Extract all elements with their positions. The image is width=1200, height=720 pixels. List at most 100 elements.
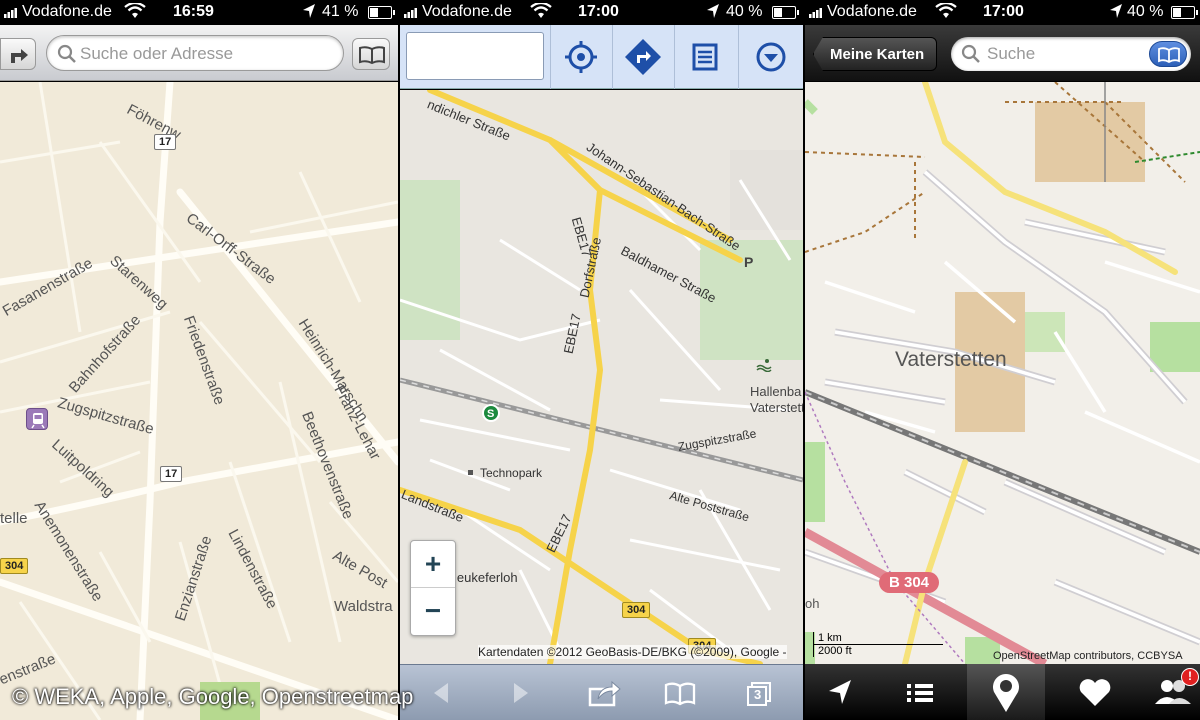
back-arrow-icon (434, 683, 448, 703)
list-icon (907, 684, 933, 702)
book-icon (1158, 47, 1180, 64)
location-arrow-icon (706, 3, 720, 24)
carrier-label: Vodafone.de (422, 3, 512, 20)
swimming-pool-icon[interactable] (756, 358, 772, 373)
map-toolbar (400, 25, 803, 89)
directions-button[interactable] (0, 38, 36, 70)
share-icon (588, 680, 621, 707)
route-shield: 17 (154, 134, 177, 150)
back-button[interactable] (422, 677, 462, 709)
signal-icon (4, 5, 20, 23)
list-button[interactable] (674, 25, 734, 89)
map-view[interactable]: Vaterstetten B 304 oh (805, 82, 1200, 664)
tab-bar: ! (805, 664, 1200, 720)
search-input[interactable] (406, 32, 544, 80)
search-input[interactable]: Suche (951, 37, 1191, 71)
map-pin-icon (993, 674, 1019, 712)
s-bahn-station-icon[interactable]: S (482, 404, 500, 422)
poi-label: Technopark (480, 466, 543, 480)
route-shield: 304 (622, 602, 651, 618)
menu-dropdown-button[interactable] (738, 25, 798, 89)
battery-icon (1171, 6, 1198, 19)
openstreetmap-panel: Vodafone.de 17:00 40 % Meine Karten Such… (805, 0, 1200, 720)
carrier-label: Vodafone.de (827, 3, 917, 20)
battery-percent: 40 % (1127, 3, 1164, 20)
book-icon (664, 682, 696, 706)
train-station-icon[interactable] (26, 408, 48, 430)
apple-maps-panel: Vodafone.de 16:59 41 % Suche oder Adress… (0, 0, 398, 720)
parking-label: P (744, 254, 754, 270)
scale-km: 1 km (813, 632, 943, 645)
status-bar: Vodafone.de 17:00 40 % (805, 0, 1200, 25)
my-maps-back-button[interactable]: Meine Karten (813, 37, 938, 71)
place-label: oh (805, 596, 820, 611)
city-label: Vaterstetten (895, 348, 1007, 371)
forward-button[interactable] (500, 677, 540, 709)
bookmarks-button[interactable] (660, 677, 700, 709)
search-icon (961, 44, 980, 63)
tabs-button[interactable]: 3 (740, 677, 780, 709)
signal-icon (404, 5, 420, 23)
location-arrow-icon (1109, 3, 1123, 24)
zoom-out-button[interactable]: − (411, 588, 455, 635)
place-label: leukeferloh (454, 570, 518, 585)
tab-favorites[interactable] (1063, 664, 1127, 720)
poi-label: Hallenba (750, 384, 802, 399)
battery-percent: 40 % (726, 3, 763, 20)
search-input[interactable]: Suche oder Adresse (46, 35, 344, 71)
signal-icon (809, 5, 825, 23)
poi-label: Vaterstetter (750, 400, 803, 415)
wifi-icon (530, 1, 552, 24)
location-arrow-icon (829, 680, 851, 704)
zoom-control: + − (410, 540, 456, 636)
my-location-button[interactable] (550, 25, 610, 89)
map-view[interactable]: Föhrenw Carl-Orff-Straße Starenweg Fasan… (0, 82, 398, 720)
status-bar: Vodafone.de 16:59 41 % (0, 0, 398, 25)
location-arrow-icon (302, 3, 316, 24)
list-icon (692, 43, 718, 71)
wifi-icon (124, 1, 146, 24)
wifi-icon (935, 1, 957, 24)
street-label: Waldstra (334, 598, 393, 615)
route-shield: 17 (160, 466, 183, 482)
search-placeholder: Suche oder Adresse (80, 44, 234, 63)
nav-bar: Meine Karten Suche (805, 25, 1200, 81)
zoom-in-button[interactable]: + (411, 541, 455, 588)
route-shield: 304 (0, 558, 29, 574)
map-attribution: OpenStreetMap contributors, CCBYSA (993, 650, 1183, 662)
browser-toolbar: 3 (400, 664, 803, 720)
map-attribution: Kartendaten ©2012 GeoBasis-DE/BKG (©2009… (478, 645, 787, 659)
map-roads (805, 82, 1200, 664)
svg-text:S: S (487, 408, 494, 420)
carrier-label: Vodafone.de (22, 3, 112, 20)
road-shield: B 304 (879, 572, 940, 593)
directions-icon (625, 39, 661, 75)
map-view[interactable]: ndichler Straße Johann-Sebastian-Bach-St… (400, 90, 803, 664)
directions-button[interactable] (612, 25, 672, 89)
battery-percent: 41 % (322, 3, 359, 20)
image-credit: © WEKA, Apple, Google, Openstreetmap (12, 684, 414, 709)
tab-community[interactable]: ! (1141, 664, 1200, 720)
bookmarks-button[interactable] (352, 38, 390, 70)
status-bar: Vodafone.de 17:00 40 % (400, 0, 803, 25)
forward-arrow-icon (514, 683, 528, 703)
search-toolbar: Suche oder Adresse (0, 25, 398, 81)
tab-list[interactable] (887, 664, 951, 720)
clock: 16:59 (173, 3, 214, 20)
bookmarks-button[interactable] (1149, 41, 1187, 67)
tab-count: 3 (754, 687, 762, 702)
search-placeholder: Suche (987, 44, 1036, 63)
battery-icon (368, 6, 395, 19)
crosshair-icon (565, 41, 597, 73)
tab-navigate[interactable] (809, 664, 873, 720)
search-icon (57, 44, 76, 63)
tab-map[interactable] (967, 664, 1045, 720)
poi-dot-icon (468, 470, 473, 475)
chevron-down-icon (756, 42, 786, 72)
heart-icon (1079, 679, 1111, 706)
directions-icon (11, 49, 28, 63)
book-icon (359, 46, 385, 65)
share-button[interactable] (584, 677, 624, 709)
notification-badge: ! (1181, 668, 1199, 686)
clock: 17:00 (578, 3, 619, 20)
